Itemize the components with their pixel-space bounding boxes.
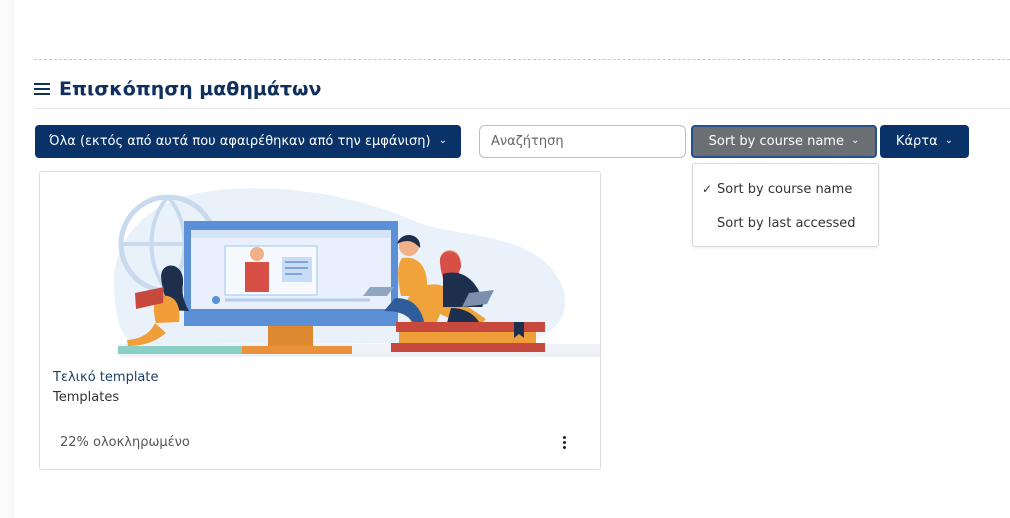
sort-label: Sort by course name (708, 134, 844, 149)
sort-dropdown-menu: ✓ Sort by course name Sort by last acces… (692, 163, 879, 247)
chevron-down-icon: ⌄ (944, 134, 954, 146)
progress-text: 22% ολοκληρωμένο (60, 435, 190, 450)
course-name-link[interactable]: Τελικό template (53, 370, 159, 385)
check-icon: ✓ (701, 182, 713, 196)
sort-option-label: Sort by course name (717, 181, 853, 197)
grouping-filter-label: Όλα (εκτός από αυτά που αφαιρέθηκαν από … (49, 134, 431, 149)
page-header: Επισκόπηση μαθημάτων (34, 70, 1010, 109)
chevron-down-icon: ⌄ (438, 134, 447, 146)
search-input[interactable] (479, 125, 686, 158)
view-mode-label: Κάρτα (895, 134, 938, 149)
page-title: Επισκόπηση μαθημάτων (59, 78, 322, 100)
left-rule (0, 0, 13, 518)
more-vertical-icon[interactable] (552, 429, 576, 455)
sort-option-label: Sort by last accessed (717, 215, 856, 231)
course-illustration (113, 188, 600, 357)
sort-option-last-accessed[interactable]: Sort by last accessed (693, 208, 878, 238)
view-mode-button[interactable]: Κάρτα ⌄ (880, 125, 969, 158)
course-image[interactable] (40, 172, 600, 357)
course-card: Τελικό template Templates 22% ολοκληρωμέ… (39, 171, 601, 470)
course-category: Templates (53, 390, 120, 405)
grouping-filter-button[interactable]: Όλα (εκτός από αυτά που αφαιρέθηκαν από … (35, 125, 461, 158)
dotted-divider (34, 59, 1010, 60)
chevron-down-icon: ⌄ (850, 134, 860, 146)
sort-button[interactable]: Sort by course name ⌄ (691, 125, 877, 158)
sort-option-course-name[interactable]: ✓ Sort by course name (693, 174, 878, 204)
hamburger-icon[interactable] (34, 82, 50, 96)
